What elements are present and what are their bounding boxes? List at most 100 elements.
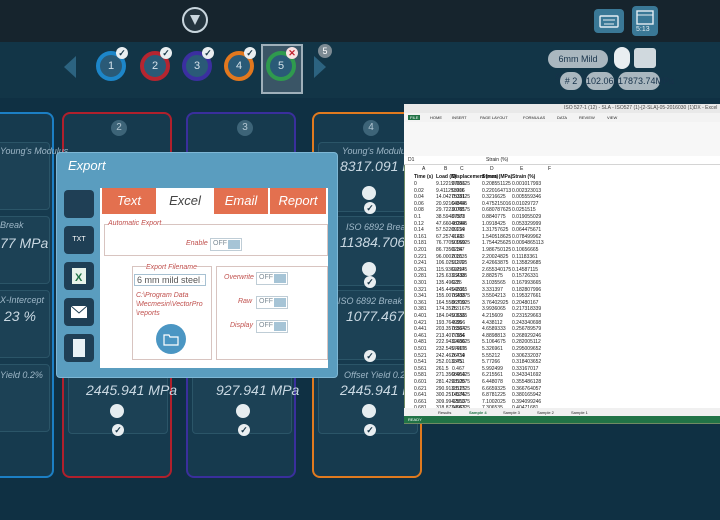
table-cell[interactable]: 0.3335 [452, 313, 467, 319]
table-cell[interactable]: 0.467 [452, 366, 465, 372]
table-cell[interactable]: 0.621 [414, 386, 427, 392]
table-cell[interactable]: 0.521 [414, 353, 427, 359]
table-cell[interactable]: 0.0495 [452, 201, 467, 207]
table-cell[interactable]: 0.343341692 [512, 372, 541, 378]
table-cell[interactable]: 261.5 [436, 366, 449, 372]
table-cell[interactable]: 0.064475671 [512, 227, 541, 233]
txt-file-icon[interactable]: TXT [64, 226, 94, 254]
chart-icon[interactable] [236, 404, 250, 418]
table-cell[interactable]: 0.11183361 [512, 254, 538, 260]
table-cell[interactable]: 0.01029727 [512, 201, 538, 207]
table-cell[interactable]: 0.4175 [452, 346, 467, 352]
table-cell[interactable]: 0.680787625 [482, 207, 511, 213]
table-cell[interactable]: 0.2335 [452, 273, 467, 279]
table-cell[interactable]: 0.461 [414, 333, 427, 339]
table-cell[interactable]: 0.161 [414, 234, 427, 240]
table-cell[interactable]: 0.167 [452, 247, 465, 253]
table-cell[interactable]: 0.366764057 [512, 386, 541, 392]
column-header[interactable]: E [520, 166, 523, 172]
excel-tab[interactable]: DATA [557, 115, 567, 120]
material-pill[interactable]: 6mm Mild Steel (V14) [548, 50, 608, 82]
table-cell[interactable]: 0.394099246 [512, 399, 541, 405]
table-cell[interactable]: 0.001017993 [512, 181, 541, 187]
table-cell[interactable]: 0.10656665 [512, 247, 538, 253]
cell-reference[interactable]: D1 [408, 157, 414, 163]
table-cell[interactable]: 1.986750125 [482, 247, 511, 253]
table-cell[interactable]: 0.2005 [452, 260, 467, 266]
table-cell[interactable]: 4.8898813 [482, 333, 506, 339]
chart-icon[interactable] [362, 186, 376, 200]
table-cell[interactable]: 0.8840775 [482, 214, 506, 220]
table-cell[interactable]: 0.282005112 [512, 339, 541, 345]
table-cell[interactable]: 0.441 [414, 326, 427, 332]
table-cell[interactable]: 0.295009652 [512, 346, 541, 352]
table-cell[interactable]: 0.03125 [452, 194, 470, 200]
excel-tab[interactable]: FORMULAS [523, 115, 545, 120]
column-header[interactable]: F [548, 166, 551, 172]
table-cell[interactable]: 0.321 [414, 287, 427, 293]
table-cell[interactable]: 1.754425625 [482, 240, 511, 246]
table-cell[interactable]: 0.135829685 [512, 260, 541, 266]
table-cell[interactable]: 0.51725 [452, 386, 470, 392]
table-cell[interactable]: 4.6589333 [482, 326, 506, 332]
table-cell[interactable]: 0.04 [414, 194, 424, 200]
table-cell[interactable]: 0.641 [414, 392, 427, 398]
table-cell[interactable]: 0.1 [414, 214, 421, 220]
excel-tab[interactable]: INSERT [452, 115, 467, 120]
column-header[interactable]: A [422, 166, 425, 172]
sheet-tab[interactable]: Sample 3 [503, 410, 520, 415]
table-cell[interactable]: 0.12 [414, 221, 424, 227]
table-cell[interactable]: 0.256789579 [512, 326, 541, 332]
table-cell[interactable]: 0.53425 [452, 392, 470, 398]
tab-excel[interactable]: Excel [158, 188, 212, 214]
table-cell[interactable]: 0.195327661 [512, 293, 541, 299]
table-cell[interactable]: 0.434 [452, 353, 465, 359]
column-header[interactable]: C [460, 166, 464, 172]
table-cell[interactable]: 0.1835 [452, 254, 467, 260]
table-cell[interactable]: 0 [414, 181, 417, 187]
table-cell[interactable]: 0.268929246 [512, 333, 541, 339]
folder-icon[interactable] [156, 324, 186, 354]
table-cell[interactable]: 0.380165942 [512, 392, 541, 398]
table-cell[interactable]: 0.25 [452, 280, 462, 286]
table-cell[interactable]: 0.133 [452, 234, 465, 240]
table-header[interactable]: Time (s) [414, 174, 433, 180]
column-header[interactable]: D [490, 166, 494, 172]
table-cell[interactable]: 0.3216625 [482, 194, 506, 200]
table-cell[interactable]: 5.55212 [482, 353, 500, 359]
table-cell[interactable]: 0.35 [452, 320, 462, 326]
table-cell[interactable]: 5.77266 [482, 359, 500, 365]
table-cell[interactable]: 2.42663875 [482, 260, 508, 266]
table-cell[interactable]: 0.401 [414, 313, 427, 319]
table-cell[interactable]: 1.540518625 [482, 234, 511, 240]
table-cell[interactable]: 0.243340698 [512, 320, 541, 326]
table-cell[interactable]: 0.15726331 [512, 273, 538, 279]
raw-toggle[interactable]: OFF [256, 296, 288, 309]
table-cell[interactable]: 0.078499962 [512, 234, 541, 240]
table-cell[interactable]: 0.201 [414, 247, 427, 253]
chart-icon[interactable] [362, 262, 376, 276]
table-cell[interactable]: 2.882575 [482, 273, 503, 279]
table-cell[interactable]: 0.08 [414, 207, 424, 213]
table-cell[interactable]: 0.081 [452, 214, 465, 220]
table-cell[interactable]: 0.231529663 [512, 313, 541, 319]
display-toggle[interactable]: OFF [256, 320, 288, 333]
table-cell[interactable]: 0.002323013 [512, 188, 541, 194]
sheet-tab[interactable]: Sample 1 [571, 410, 588, 415]
table-cell[interactable]: 0.016 [452, 188, 465, 194]
table-cell[interactable]: 0.561 [414, 366, 427, 372]
export-settings-icon[interactable] [64, 190, 94, 218]
column-header[interactable]: B [444, 166, 447, 172]
table-cell[interactable]: 0.217318339 [512, 306, 541, 312]
table-cell[interactable]: 5.992499 [482, 366, 503, 372]
excel-tab[interactable]: PAGE LAYOUT [480, 115, 508, 120]
table-cell[interactable]: 0.06 [414, 201, 424, 207]
table-cell[interactable]: 0.2665 [452, 287, 467, 293]
table-cell[interactable]: 0.306232037 [512, 353, 541, 359]
table-cell[interactable]: 6.6659325 [482, 386, 506, 392]
table-cell[interactable]: 0.02 [414, 188, 424, 194]
app-logo-icon[interactable] [182, 7, 208, 33]
chart-icon[interactable] [362, 404, 376, 418]
table-cell[interactable]: 2.655340175 [482, 267, 511, 273]
table-cell[interactable]: 5.1064675 [482, 339, 506, 345]
